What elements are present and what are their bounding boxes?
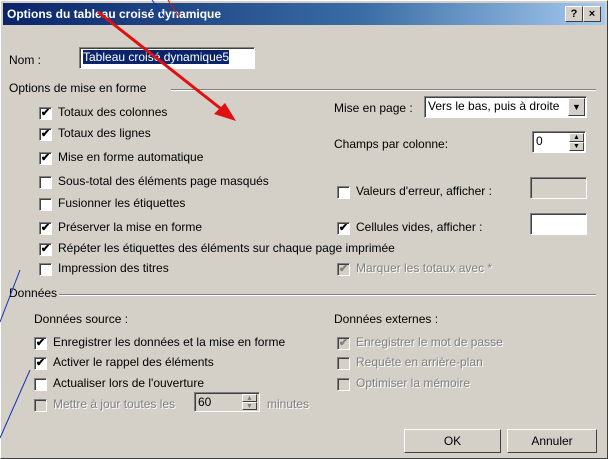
label-save-password: Enregistrer le mot de passe	[356, 335, 503, 349]
label-enable-drilldown: Activer le rappel des éléments	[53, 355, 214, 369]
page-layout-label: Mise en page :	[334, 101, 413, 115]
label-refresh-every: Mettre à jour toutes les	[53, 397, 176, 411]
format-section-divider	[171, 89, 596, 91]
label-print-titles: Impression des titres	[58, 261, 169, 275]
label-refresh-on-open: Actualiser lors de l'ouverture	[53, 376, 205, 390]
checkbox-row-totals[interactable]: ✔	[39, 128, 52, 141]
checkbox-save-data[interactable]: ✔	[34, 337, 47, 350]
label-autoformat: Mise en forme automatique	[58, 150, 204, 164]
chevron-down-icon[interactable]: ▼	[568, 98, 585, 116]
checkbox-mark-totals: ✔	[337, 263, 350, 276]
label-optimize-memory: Optimiser la mémoire	[356, 376, 471, 390]
checkbox-print-titles[interactable]	[39, 263, 52, 276]
checkbox-repeat-labels[interactable]: ✔	[39, 243, 52, 256]
refresh-minutes-value: 60	[198, 395, 212, 409]
checkbox-refresh-on-open[interactable]	[34, 378, 47, 391]
label-subtotal-hidden: Sous-total des éléments page masqués	[58, 174, 269, 188]
label-save-data: Enregistrer les données et la mise en fo…	[53, 335, 286, 349]
checkbox-subtotal-hidden[interactable]	[39, 176, 52, 189]
data-section-title: Données	[9, 286, 58, 300]
pivot-options-dialog: Options du tableau croisé dynamique ? × …	[0, 0, 608, 459]
page-layout-value: Vers le bas, puis à droite	[428, 99, 560, 113]
refresh-spin-up-icon: ▲	[242, 394, 257, 402]
label-empty-cells: Cellules vides, afficher :	[356, 220, 483, 234]
page-layout-select[interactable]: Vers le bas, puis à droite	[424, 96, 587, 118]
checkbox-preserve-format[interactable]: ✔	[39, 222, 52, 235]
window-title: Options du tableau croisé dynamique	[7, 7, 222, 21]
refresh-spin-down-icon: ▼	[242, 402, 257, 410]
label-background-query: Requête en arrière-plan	[356, 355, 483, 369]
fields-per-column-label: Champs par colonne:	[334, 137, 449, 151]
fields-per-column-value: 0	[536, 134, 543, 148]
close-button[interactable]: ×	[583, 6, 601, 22]
title-bar: Options du tableau croisé dynamique ? ×	[3, 3, 605, 25]
cancel-button[interactable]: Annuler	[507, 429, 597, 453]
label-column-totals: Totaux des colonnes	[58, 105, 168, 119]
name-field-value: Tableau croisé dynamique5	[83, 50, 230, 64]
name-field[interactable]: Tableau croisé dynamique5	[79, 47, 255, 69]
checkbox-refresh-every	[34, 399, 47, 412]
label-mark-totals: Marquer les totaux avec *	[356, 261, 493, 275]
error-values-field[interactable]	[530, 177, 587, 199]
label-preserve-format: Préserver la mise en forme	[58, 220, 203, 234]
label-repeat-labels: Répéter les étiquettes des éléments sur …	[58, 241, 395, 255]
format-section-title: Options de mise en forme	[9, 81, 147, 95]
spin-up-icon[interactable]: ▲	[569, 133, 584, 142]
checkbox-enable-drilldown[interactable]: ✔	[34, 357, 47, 370]
source-data-title: Données source :	[34, 312, 129, 326]
data-section-divider	[59, 294, 596, 296]
checkbox-autoformat[interactable]: ✔	[39, 152, 52, 165]
spin-down-icon[interactable]: ▼	[569, 142, 584, 151]
checkbox-empty-cells[interactable]: ✔	[337, 222, 350, 235]
name-label: Nom :	[9, 53, 42, 67]
checkbox-optimize-memory	[337, 378, 350, 391]
checkbox-error-values[interactable]	[337, 186, 350, 199]
label-minutes: minutes	[267, 397, 310, 411]
checkbox-column-totals[interactable]: ✔	[39, 107, 52, 120]
label-row-totals: Totaux des lignes	[58, 126, 151, 140]
external-data-title: Données externes :	[334, 312, 439, 326]
help-button[interactable]: ?	[565, 6, 583, 22]
ok-button[interactable]: OK	[404, 429, 501, 453]
empty-cells-field[interactable]	[530, 213, 587, 235]
checkbox-background-query	[337, 357, 350, 370]
checkbox-merge-labels[interactable]	[39, 198, 52, 211]
label-error-values: Valeurs d'erreur, afficher :	[356, 184, 492, 198]
checkbox-save-password: ✔	[337, 337, 350, 350]
label-merge-labels: Fusionner les étiquettes	[58, 196, 186, 210]
